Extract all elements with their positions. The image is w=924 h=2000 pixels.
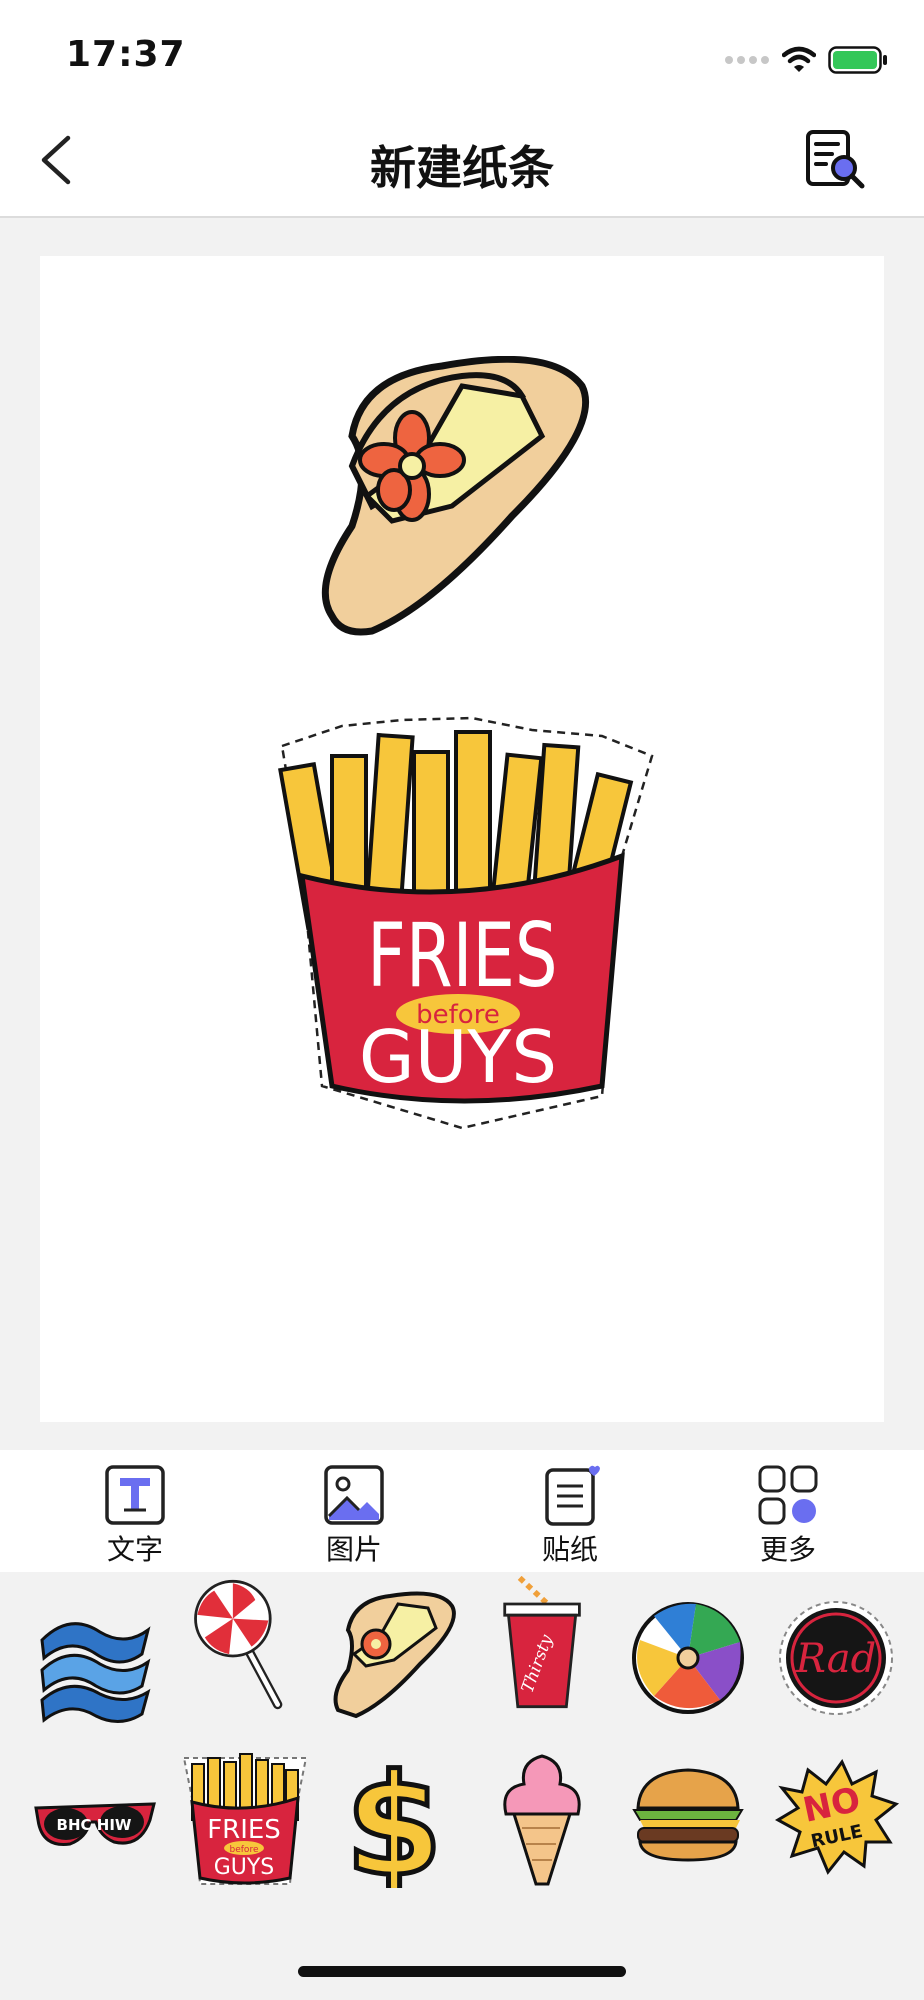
text-tool-button[interactable]: 文字 [65, 1464, 205, 1568]
tray-fries-text-mid: before [230, 1845, 259, 1855]
image-icon [324, 1465, 384, 1525]
note-canvas[interactable]: FRIES before GUYS [40, 256, 884, 1422]
tray-fries-text-bottom: GUYS [214, 1855, 275, 1880]
signal-icon [725, 56, 769, 64]
editor-toolbar: 文字 图片 贴纸 更多 [0, 1450, 924, 1572]
waves-sticker[interactable] [30, 1592, 160, 1732]
home-indicator [298, 1966, 626, 1977]
hat-sticker[interactable] [312, 356, 592, 646]
sunglasses-text: BHC HIW [57, 1816, 132, 1834]
status-bar: 17:37 [0, 0, 924, 110]
ice-cream-sticker[interactable] [478, 1748, 608, 1888]
cup-sticker[interactable]: Thirsty [478, 1576, 608, 1716]
sticker-tray: Thirsty Rad BHC HIW FRIES before GUYS $ … [0, 1572, 924, 2000]
navigation-bar: 新建纸条 [0, 110, 924, 218]
rad-badge-text: Rad [795, 1636, 877, 1682]
tray-fries-text-top: FRIES [207, 1815, 281, 1845]
more-tool-button[interactable]: 更多 [718, 1464, 858, 1568]
tray-fries-sticker[interactable]: FRIES before GUYS [180, 1748, 310, 1888]
page-title: 新建纸条 [370, 141, 554, 195]
tray-hat-sticker[interactable] [328, 1590, 458, 1730]
dollar-sticker[interactable]: $ [328, 1748, 458, 1888]
document-search-icon[interactable] [802, 128, 868, 194]
fries-text-bottom: GUYS [359, 1015, 557, 1099]
no-rule-sticker[interactable]: NO RULE [772, 1748, 902, 1888]
fries-sticker[interactable]: FRIES before GUYS [272, 716, 654, 1134]
status-time: 17:37 [66, 34, 186, 75]
status-icons [724, 40, 888, 80]
sticker-tool-button[interactable]: 贴纸 [500, 1464, 640, 1568]
dollar-sticker-text: $ [345, 1748, 442, 1888]
more-tool-label: 更多 [759, 1533, 816, 1566]
sunglasses-sticker[interactable]: BHC HIW [30, 1748, 160, 1888]
text-tool-label: 文字 [106, 1533, 163, 1566]
sticker-tool-label: 贴纸 [541, 1533, 598, 1566]
beach-ball-sticker[interactable] [624, 1592, 754, 1732]
rad-badge-sticker[interactable]: Rad [772, 1592, 902, 1732]
image-tool-button[interactable]: 图片 [284, 1464, 424, 1568]
grid-more-icon [758, 1465, 818, 1525]
image-tool-label: 图片 [325, 1533, 382, 1566]
sticker-note-icon [545, 1465, 600, 1526]
burger-sticker[interactable] [624, 1748, 754, 1888]
fries-text-top: FRIES [367, 905, 558, 1007]
text-icon [105, 1465, 165, 1525]
battery-icon [828, 46, 887, 74]
lollipop-sticker[interactable] [180, 1572, 310, 1712]
wifi-icon [782, 46, 816, 72]
